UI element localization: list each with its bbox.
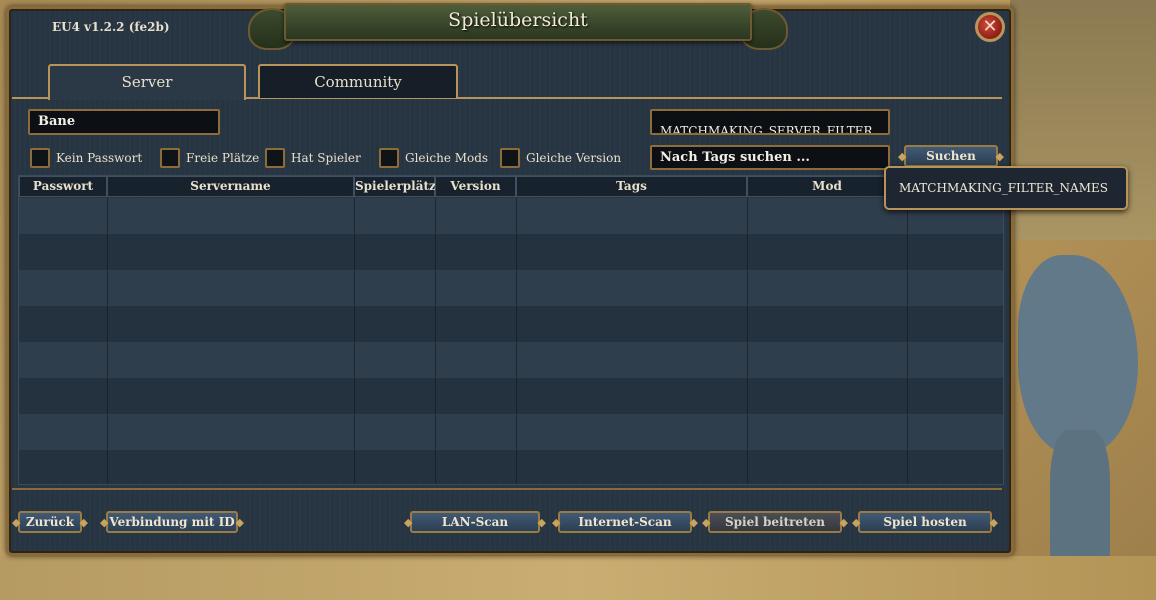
connect-with-id-button[interactable]: Verbindung mit ID <box>100 511 244 533</box>
join-game-button[interactable]: Spiel beitreten <box>702 511 848 533</box>
server-search-input[interactable]: Bane <box>28 109 220 135</box>
search-button[interactable]: Suchen <box>898 145 1004 167</box>
matchmaking-filter-box[interactable]: MATCHMAKING_SERVER_FILTER <box>650 109 890 135</box>
column-header-version[interactable]: Version <box>435 176 516 197</box>
internet-scan-button[interactable]: Internet-Scan <box>552 511 698 533</box>
column-header-slots[interactable]: Spielerplätze <box>354 176 443 197</box>
version-label: EU4 v1.2.2 (fe2b) <box>52 20 170 34</box>
title-banner: Spielübersicht <box>248 0 788 50</box>
checkbox-box[interactable] <box>265 148 285 168</box>
checkbox-label: Freie Plätze <box>186 151 260 165</box>
checkbox-no-password[interactable]: Kein Passwort <box>30 146 142 170</box>
table-row[interactable] <box>19 450 1003 484</box>
table-row[interactable] <box>19 342 1003 378</box>
table-row[interactable] <box>19 378 1003 414</box>
checkbox-has-players[interactable]: Hat Spieler <box>265 146 361 170</box>
tab-server[interactable]: Server <box>48 64 246 100</box>
checkbox-label: Kein Passwort <box>56 151 143 165</box>
column-separator <box>354 198 355 484</box>
column-separator <box>435 198 436 484</box>
table-rows <box>19 198 1003 484</box>
tag-search-input[interactable]: Nach Tags suchen ... <box>650 145 890 170</box>
column-header-password[interactable]: Passwort <box>19 176 107 197</box>
column-header-servername[interactable]: Servername <box>107 176 354 197</box>
column-separator <box>907 198 908 484</box>
lan-scan-button[interactable]: LAN-Scan <box>404 511 546 533</box>
checkbox-same-version[interactable]: Gleiche Version <box>500 146 621 170</box>
table-row[interactable] <box>19 270 1003 306</box>
column-separator <box>747 198 748 484</box>
footer-divider <box>12 488 1002 490</box>
close-button[interactable]: ✕ <box>975 12 1005 42</box>
checkbox-box[interactable] <box>30 148 50 168</box>
table-header: Passwort Servername Spielerplätze Versio… <box>19 176 1003 198</box>
checkbox-box[interactable] <box>379 148 399 168</box>
checkbox-box[interactable] <box>500 148 520 168</box>
checkbox-free-slots[interactable]: Freie Plätze <box>160 146 259 170</box>
table-row[interactable] <box>19 198 1003 234</box>
checkbox-box[interactable] <box>160 148 180 168</box>
column-header-tags[interactable]: Tags <box>516 176 747 197</box>
filter-names-tooltip: MATCHMAKING_FILTER_NAMES <box>884 166 1128 210</box>
host-game-button[interactable]: Spiel hosten <box>852 511 998 533</box>
table-row[interactable] <box>19 306 1003 342</box>
server-table: Passwort Servername Spielerplätze Versio… <box>18 175 1004 485</box>
checkbox-label: Gleiche Version <box>526 151 622 165</box>
close-icon: ✕ <box>982 16 998 37</box>
page-title: Spielübersicht <box>448 9 588 31</box>
column-header-mod[interactable]: Mod <box>747 176 907 197</box>
tab-community[interactable]: Community <box>258 64 458 98</box>
checkbox-label: Hat Spieler <box>291 151 361 165</box>
checkbox-same-mods[interactable]: Gleiche Mods <box>379 146 488 170</box>
column-separator <box>516 198 517 484</box>
table-row[interactable] <box>19 234 1003 270</box>
column-separator <box>107 198 108 484</box>
back-button[interactable]: Zurück <box>12 511 88 533</box>
table-row[interactable] <box>19 414 1003 450</box>
checkbox-label: Gleiche Mods <box>405 151 489 165</box>
